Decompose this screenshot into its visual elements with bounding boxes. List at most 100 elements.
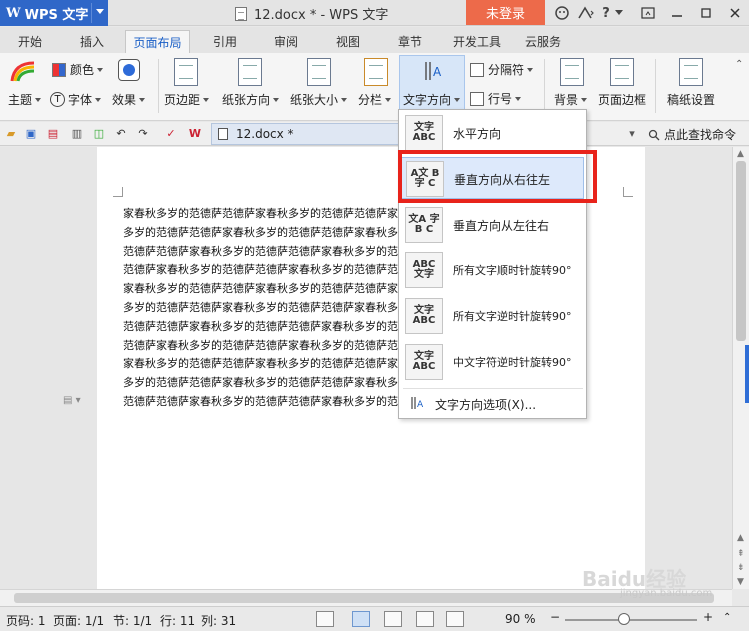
tab-insert[interactable]: 插入 <box>70 30 114 53</box>
effect-button[interactable]: 效果 <box>112 91 146 108</box>
open-folder-icon[interactable]: ▰ <box>4 126 18 140</box>
page-border-label: 页面边框 <box>598 93 647 107</box>
tab-cloud[interactable]: 云服务 <box>518 30 568 53</box>
redo-icon[interactable]: ↷ <box>136 126 150 140</box>
page-border-icon[interactable] <box>610 58 634 86</box>
background-icon[interactable] <box>560 58 584 86</box>
command-search[interactable]: 点此查找命令 <box>648 126 736 143</box>
menu-item-label: 垂直方向从左往右 <box>453 219 550 233</box>
manuscript-button[interactable]: 稿纸设置 <box>667 91 715 108</box>
breaks-button[interactable]: 分隔符 <box>470 61 534 78</box>
wps-doc-icon[interactable]: W <box>188 126 202 140</box>
scroll-down-icon[interactable]: ▼ <box>737 577 744 587</box>
login-button[interactable]: 未登录 <box>466 0 545 25</box>
save-icon[interactable]: ▣ <box>24 126 38 140</box>
scroll-up-icon[interactable]: ▲ <box>737 533 744 543</box>
paragraph-options-icon[interactable]: ▤ ▾ <box>63 394 87 406</box>
document-title: 12.docx * - WPS 文字 <box>254 8 389 23</box>
ribbon-collapse-icon[interactable]: ⌃ <box>735 59 743 70</box>
vertical-scrollbar[interactable]: ▲ ▲ ⇞ ⇟ ▼ <box>732 147 749 589</box>
zoom-out-icon[interactable]: − <box>550 610 560 624</box>
page-size-button[interactable]: 纸张大小 <box>290 91 348 108</box>
web-view-icon[interactable] <box>416 611 434 627</box>
print-preview-icon[interactable]: ◫ <box>92 126 106 140</box>
menu-item-label: 文字方向选项(X)... <box>435 398 537 412</box>
format-painter-icon[interactable]: ✓ <box>164 126 178 140</box>
document-tab[interactable]: 12.docx * <box>211 123 399 145</box>
theme-button[interactable]: 主题 <box>8 91 42 108</box>
page-down-icon[interactable]: ⇟ <box>737 563 745 573</box>
color-button[interactable]: 颜色 <box>52 61 104 78</box>
menu-item-chinese-rotate[interactable]: 文字 ABC 中文字符逆时针旋转90° <box>401 341 584 383</box>
orientation-button[interactable]: 纸张方向 <box>222 91 280 108</box>
chevron-down-icon[interactable] <box>96 9 104 14</box>
tab-references[interactable]: 引用 <box>205 30 245 53</box>
line-numbers-button[interactable]: 行号 <box>470 90 522 107</box>
print-icon[interactable]: ▥ <box>70 126 84 140</box>
export-pdf-icon[interactable]: ▤ <box>46 126 60 140</box>
minimize-icon[interactable] <box>662 0 691 26</box>
menu-item-rotate-clockwise[interactable]: ABC 文字 所有文字顺时针旋转90° <box>401 249 584 291</box>
page-view-icon[interactable] <box>352 611 370 627</box>
chevron-down-icon[interactable] <box>613 4 625 22</box>
font-icon: T <box>50 92 65 107</box>
tab-view[interactable]: 视图 <box>328 30 368 53</box>
menu-item-vertical-ltr[interactable]: 文A 字B C 垂直方向从左往右 <box>401 204 584 246</box>
scroll-up-icon[interactable]: ▲ <box>737 149 744 159</box>
tab-section[interactable]: 章节 <box>390 30 430 53</box>
theme-icon[interactable] <box>10 59 36 83</box>
effect-icon[interactable] <box>118 59 140 81</box>
page-size-icon[interactable] <box>307 58 331 86</box>
tab-home[interactable]: 开始 <box>8 30 52 53</box>
scroll-thumb[interactable] <box>736 161 746 341</box>
ribbon-toolbar: 主题 颜色 T 字体 效果 页边距 纸张方向 纸张大小 分栏 A 文字方向 分隔… <box>0 53 749 121</box>
columns-button[interactable]: 分栏 <box>358 91 392 108</box>
page-border-button[interactable]: 页面边框 <box>598 91 646 108</box>
text-direction-button[interactable]: A 文字方向 <box>399 55 465 110</box>
chevron-down-icon <box>97 67 104 72</box>
collapse-icon[interactable]: ⌃ <box>723 612 731 623</box>
tab-review[interactable]: 审阅 <box>266 30 306 53</box>
close-icon[interactable] <box>720 0 749 26</box>
columns-icon[interactable] <box>364 58 388 86</box>
background-button[interactable]: 背景 <box>554 91 588 108</box>
search-icon <box>648 129 660 140</box>
font-button[interactable]: T 字体 <box>50 91 102 108</box>
margins-icon[interactable] <box>174 58 198 86</box>
menu-item-horizontal[interactable]: 文字 ABC 水平方向 <box>401 112 584 154</box>
page-size-label: 纸张大小 <box>290 93 339 107</box>
help-icon[interactable]: ? <box>599 4 613 22</box>
reading-view-icon[interactable] <box>446 611 464 627</box>
svg-text:A: A <box>433 65 442 79</box>
menu-item-label: 中文字符逆时针旋转90° <box>453 356 572 369</box>
maximize-icon[interactable] <box>691 0 720 26</box>
orientation-icon[interactable] <box>238 58 262 86</box>
vertical-ltr-icon: 文A 字B C <box>405 207 443 243</box>
page-up-icon[interactable]: ⇞ <box>737 549 745 559</box>
app-menu-button[interactable]: W WPS 文字 <box>0 0 108 26</box>
zoom-slider-knob[interactable] <box>618 613 631 625</box>
full-screen-view-icon[interactable] <box>316 611 334 627</box>
app-name: WPS 文字 <box>24 7 89 23</box>
margins-button[interactable]: 页边距 <box>164 91 210 108</box>
watermark-url: jingyan.baidu.com <box>620 588 713 599</box>
share-icon[interactable] <box>575 4 597 22</box>
text-direction-label-wrap: 文字方向 <box>403 91 461 108</box>
menu-item-rotate-counterclockwise[interactable]: 文字 ABC 所有文字逆时针旋转90° <box>401 295 584 337</box>
title-bar: W WPS 文字 12.docx * - WPS 文字 未登录 ? <box>0 0 749 26</box>
restore-icon[interactable] <box>633 0 662 26</box>
search-label: 点此查找命令 <box>664 128 737 142</box>
zoom-in-icon[interactable]: + <box>703 610 713 624</box>
zoom-slider[interactable] <box>565 613 697 625</box>
chevron-down-icon <box>515 96 522 101</box>
tab-developer[interactable]: 开发工具 <box>447 30 507 53</box>
skin-icon[interactable] <box>552 4 572 22</box>
outline-view-icon[interactable] <box>384 611 402 627</box>
manuscript-icon[interactable] <box>679 58 703 86</box>
menu-item-options[interactable]: A 文字方向选项(X)... <box>401 392 584 416</box>
scroll-thumb[interactable] <box>14 593 714 603</box>
side-panel-tab[interactable] <box>745 345 749 403</box>
tab-menu-icon[interactable]: ▾ <box>625 126 639 140</box>
undo-icon[interactable]: ↶ <box>114 126 128 140</box>
tab-page-layout[interactable]: 页面布局 <box>125 30 190 53</box>
